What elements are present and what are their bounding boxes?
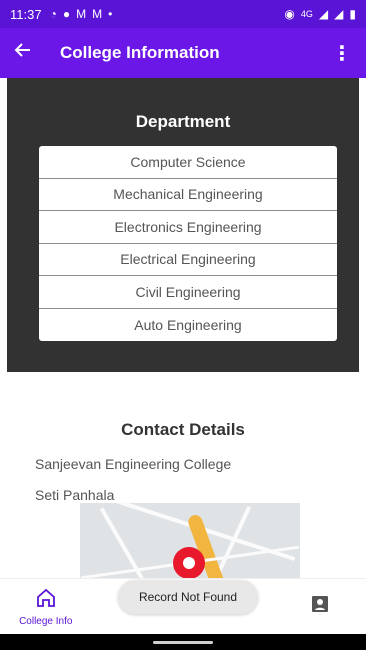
whatsapp-icon: ◔ <box>49 7 57 21</box>
gmail-icon: M <box>92 7 103 21</box>
gmail-icon: M <box>76 7 87 21</box>
system-nav-bar <box>0 634 366 650</box>
messenger-icon: ● <box>62 7 71 21</box>
hotspot-icon: ◉ <box>284 7 295 21</box>
status-bar: 11:37 ◔ ● M M • ◉ 4G ◢ ◢ ▮ <box>0 0 366 28</box>
home-icon <box>35 587 57 614</box>
department-section: Department Computer Science Mechanical E… <box>7 78 359 372</box>
nav-profile[interactable] <box>275 595 366 618</box>
contact-title: Contact Details <box>121 420 245 439</box>
page-title: College Information <box>60 43 220 62</box>
system-icons: ◉ 4G ◢ ◢ ▮ <box>284 7 356 21</box>
signal-icon: ◢ <box>334 7 344 21</box>
department-item-electronics[interactable]: Electronics Engineering <box>39 211 337 244</box>
department-list: Computer Science Mechanical Engineering … <box>39 146 337 341</box>
notification-icons: ◔ ● M M • <box>50 7 113 21</box>
location-map[interactable] <box>80 503 300 585</box>
overflow-menu-icon[interactable]: ⋮ <box>332 41 352 66</box>
department-item-auto[interactable]: Auto Engineering <box>39 309 337 342</box>
dot-icon: • <box>108 7 113 21</box>
department-item-computer-science[interactable]: Computer Science <box>39 146 337 179</box>
back-arrow-icon[interactable] <box>14 41 42 65</box>
toast-message: Record Not Found <box>118 580 258 614</box>
department-item-mechanical[interactable]: Mechanical Engineering <box>39 179 337 211</box>
home-gesture-handle[interactable] <box>153 641 213 644</box>
department-item-civil[interactable]: Civil Engineering <box>39 276 337 309</box>
department-title: Department <box>135 112 231 131</box>
status-time: 11:37 <box>10 6 42 22</box>
signal-icon: ◢ <box>318 7 329 21</box>
profile-icon <box>311 595 329 618</box>
college-location: Seti Panhala <box>35 487 115 503</box>
map-pin-icon[interactable] <box>173 547 205 579</box>
app-bar: College Information ⋮ <box>0 28 366 78</box>
network-label: 4G <box>300 9 313 19</box>
nav-college-info-label: College Info <box>19 615 73 627</box>
battery-icon: ▮ <box>349 7 356 21</box>
college-name: Sanjeevan Engineering College <box>35 456 232 472</box>
nav-college-info[interactable]: College Info <box>0 587 92 627</box>
department-item-electrical[interactable]: Electrical Engineering <box>39 244 337 276</box>
